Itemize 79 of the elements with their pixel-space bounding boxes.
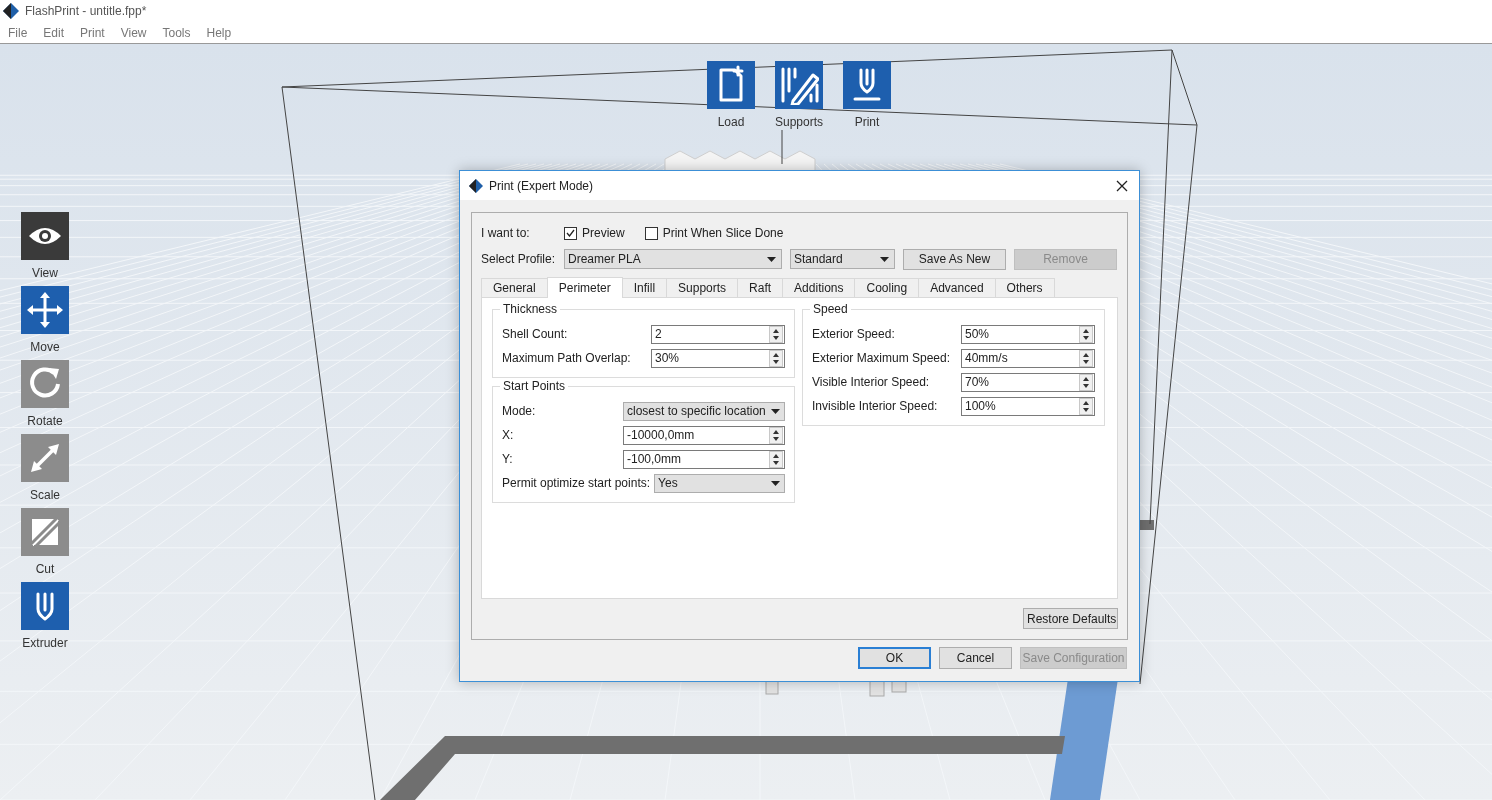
menu-item[interactable]: Edit bbox=[35, 25, 73, 40]
dropdown[interactable]: Dreamer PLA bbox=[564, 249, 782, 269]
field-label: Mode: bbox=[502, 404, 537, 418]
spinner-icon bbox=[769, 450, 783, 468]
field-label: Maximum Path Overlap: bbox=[502, 351, 632, 365]
dropdown[interactable]: Standard bbox=[790, 249, 895, 269]
spinner-icon bbox=[1079, 349, 1093, 367]
tab[interactable]: Others bbox=[994, 278, 1055, 297]
field-label: Exterior Maximum Speed: bbox=[812, 351, 952, 365]
group-title: Speed bbox=[810, 302, 851, 317]
caret-icon bbox=[771, 480, 780, 486]
checkbox-label: Preview bbox=[582, 226, 625, 240]
spinner-icon bbox=[769, 325, 783, 343]
tool-label: Supports bbox=[775, 115, 823, 129]
menu-item[interactable]: Tools bbox=[154, 25, 199, 40]
caret-icon bbox=[771, 408, 780, 414]
spinner-icon bbox=[769, 349, 783, 367]
checkbox[interactable] bbox=[644, 226, 658, 240]
diamond-logo-icon bbox=[3, 3, 19, 19]
field-label: Y: bbox=[502, 452, 514, 466]
diamond-logo-icon bbox=[469, 178, 483, 193]
bars-pencil-icon bbox=[779, 65, 819, 105]
menu-item[interactable]: Print bbox=[72, 25, 113, 40]
spin-field[interactable]: -10000,0mm bbox=[623, 425, 785, 445]
dropdown[interactable]: Yes bbox=[654, 473, 785, 493]
tab[interactable]: Supports bbox=[666, 278, 739, 297]
tool-label: Scale bbox=[30, 488, 60, 502]
move-tool-button[interactable] bbox=[21, 286, 69, 334]
print-tool-button[interactable] bbox=[843, 61, 891, 109]
field-label: Invisible Interior Speed: bbox=[812, 399, 939, 413]
move-arrows-icon bbox=[25, 290, 65, 330]
tab[interactable]: Cooling bbox=[854, 278, 920, 297]
tool-label: Print bbox=[854, 115, 880, 129]
spin-field[interactable]: 70% bbox=[961, 372, 1095, 392]
caret-icon bbox=[767, 256, 776, 262]
tool-label: Move bbox=[30, 340, 60, 354]
spin-field[interactable]: 2 bbox=[651, 324, 785, 344]
field-label: I want to: bbox=[481, 226, 531, 240]
spinner-icon bbox=[1079, 373, 1093, 391]
tool-label: View bbox=[32, 266, 58, 280]
spin-field[interactable]: 30% bbox=[651, 348, 785, 368]
spin-field[interactable]: -100,0mm bbox=[623, 449, 785, 469]
spin-field[interactable]: 40mm/s bbox=[961, 348, 1095, 368]
supports-tool-button[interactable] bbox=[775, 61, 823, 109]
close-icon bbox=[1116, 179, 1128, 192]
dialog-button[interactable]: OK bbox=[858, 647, 931, 669]
tool-label: Load bbox=[717, 115, 745, 129]
field-label: Shell Count: bbox=[502, 327, 569, 341]
field-label: Visible Interior Speed: bbox=[812, 375, 931, 389]
field-label: Permit optimize start points: bbox=[502, 476, 652, 490]
spin-field[interactable]: 100% bbox=[961, 396, 1095, 416]
caret-icon bbox=[880, 256, 889, 262]
checkbox-label: Print When Slice Done bbox=[662, 226, 784, 240]
restore-defaults-button[interactable]: Restore Defaults bbox=[1023, 608, 1118, 629]
menu-item[interactable]: Help bbox=[198, 25, 240, 40]
dialog-title: Print (Expert Mode) bbox=[489, 178, 595, 193]
profile-button[interactable]: Save As New bbox=[903, 248, 1006, 270]
spinner-icon bbox=[1079, 397, 1093, 415]
spin-field[interactable]: 50% bbox=[961, 324, 1095, 344]
load-tool-button[interactable] bbox=[707, 61, 755, 109]
dropdown[interactable]: closest to specific location bbox=[623, 401, 785, 421]
tool-label: Rotate bbox=[27, 414, 63, 428]
menu-item[interactable]: View bbox=[112, 25, 155, 40]
spinner-icon bbox=[1079, 325, 1093, 343]
checkbox[interactable] bbox=[564, 226, 577, 240]
view-tool-button[interactable] bbox=[21, 212, 69, 260]
extruder-tool-button[interactable] bbox=[21, 582, 69, 630]
window-title: FlashPrint - untitle.fpp* bbox=[25, 4, 147, 18]
tool-label: Extruder bbox=[22, 636, 68, 650]
dialog-button[interactable]: Cancel bbox=[939, 647, 1012, 669]
field-label: Exterior Speed: bbox=[812, 327, 896, 341]
field-label: X: bbox=[502, 428, 515, 442]
tab[interactable]: Perimeter bbox=[546, 277, 623, 298]
tool-label: Cut bbox=[35, 562, 55, 576]
tab[interactable]: General bbox=[481, 278, 548, 297]
menu-item[interactable]: File bbox=[0, 25, 36, 40]
checkmark-icon bbox=[566, 229, 575, 237]
spinner-icon bbox=[769, 426, 783, 444]
field-label: Select Profile: bbox=[481, 252, 556, 266]
